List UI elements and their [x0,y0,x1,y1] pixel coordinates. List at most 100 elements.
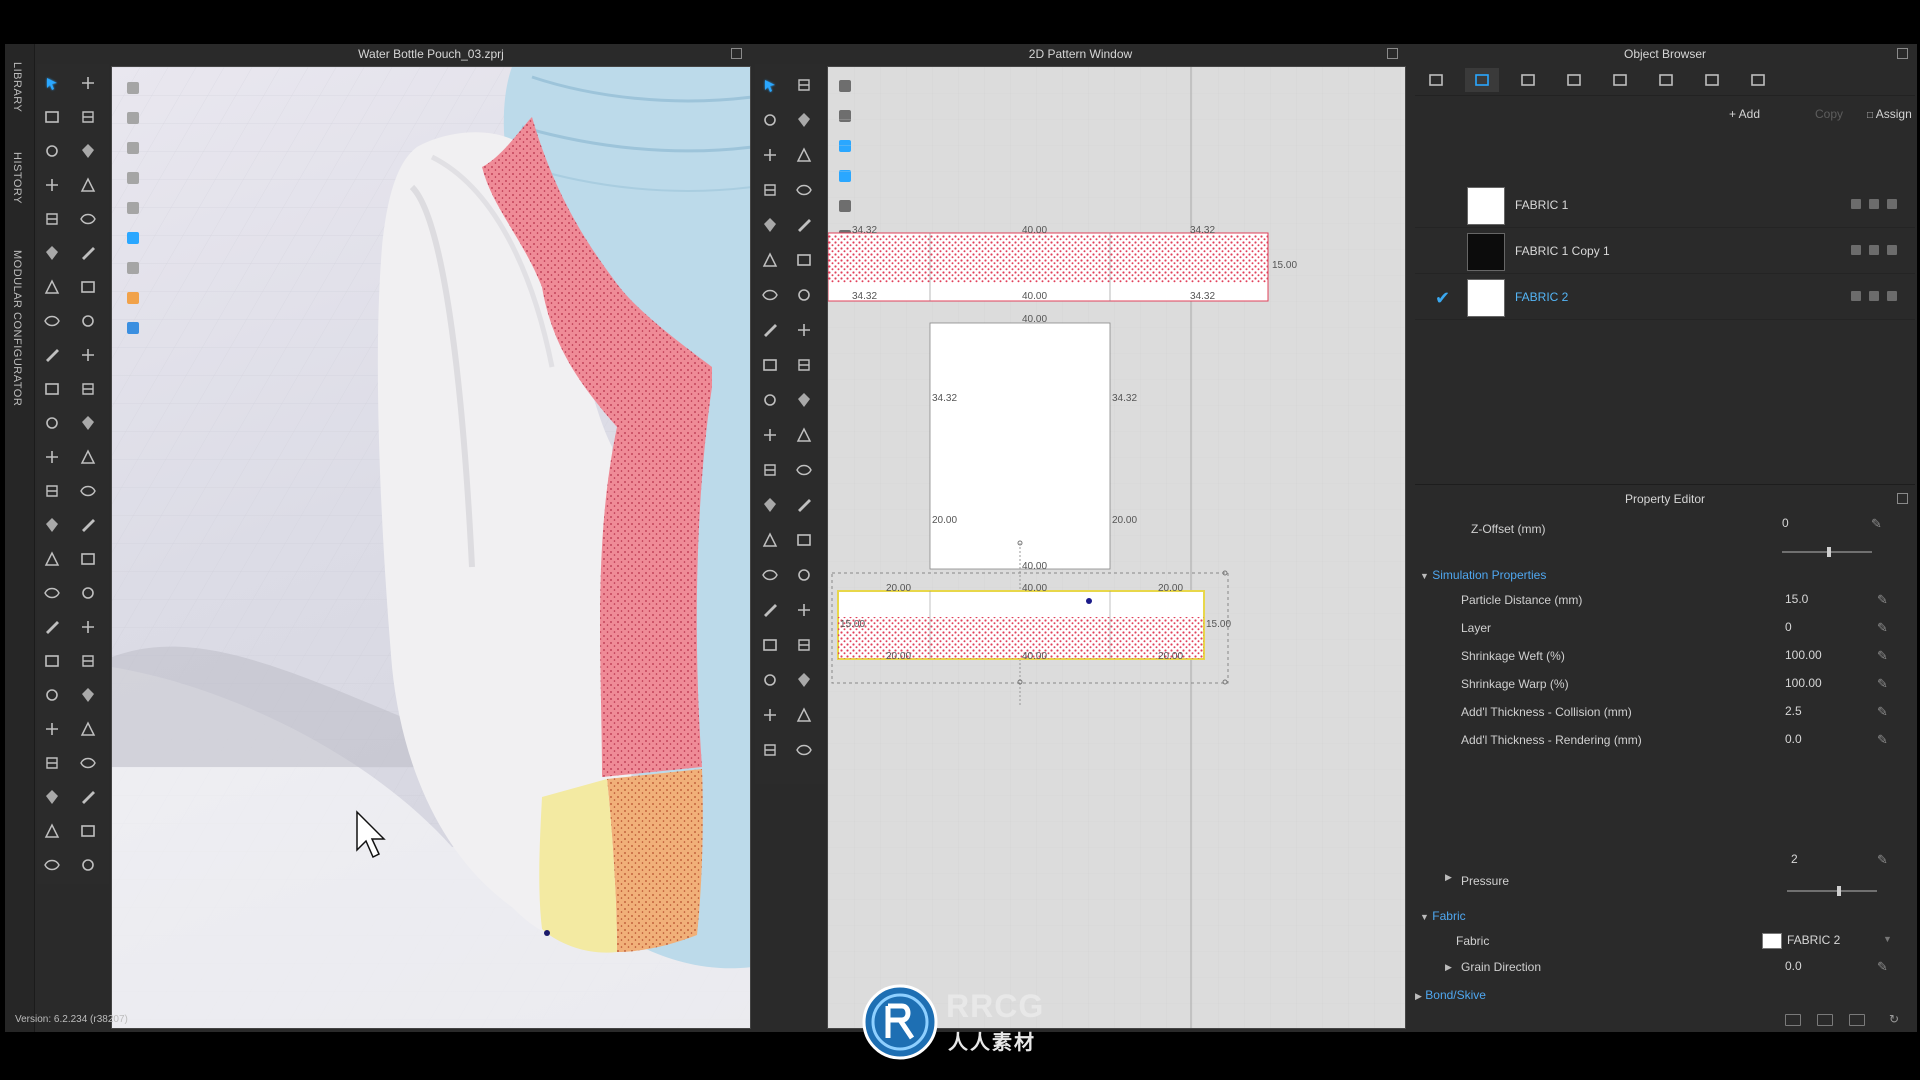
circle-tool-icon[interactable] [791,282,817,308]
fabric-section-toggle[interactable]: ▼ Fabric [1420,909,1466,923]
segment-tool-icon[interactable] [75,648,101,674]
select-tool-icon[interactable] [75,512,101,538]
property-value[interactable]: 0.0 [1785,732,1802,746]
tape-icon[interactable] [1741,68,1775,92]
select-tool-icon[interactable] [791,212,817,238]
add-point-icon[interactable] [39,444,65,470]
garment-icon[interactable] [120,105,146,131]
pin-icon[interactable]: ✎ [1871,516,1882,532]
assign-button[interactable]: □ Assign [1863,104,1912,124]
transform-tool-icon[interactable] [757,352,783,378]
fabric-icon[interactable] [1465,68,1499,92]
fabric-delete-icon[interactable] [1887,291,1897,301]
grain-direction-value[interactable]: 0.0 [1785,959,1802,973]
circle-tool-icon[interactable] [39,138,65,164]
circle-tool-icon[interactable] [757,387,783,413]
transform-tool-icon[interactable] [757,632,783,658]
transform-tool-icon[interactable] [791,527,817,553]
transform-tool-icon[interactable] [39,648,65,674]
tab-library[interactable]: LIBRARY [11,62,23,112]
add-point-icon[interactable] [39,716,65,742]
segment-tool-icon[interactable] [757,177,783,203]
pin-tool-icon[interactable] [39,240,65,266]
circle-tool-icon[interactable] [757,107,783,133]
property-value[interactable]: 100.00 [1785,676,1822,690]
fabric-list-item[interactable]: FABRIC 1 Copy 1 [1415,228,1915,274]
3d-view-icon[interactable] [1817,1014,1833,1026]
view-tool-icon[interactable] [39,580,65,606]
topstitch-icon[interactable] [1557,68,1591,92]
undock-icon[interactable] [731,48,742,59]
circle-tool-icon[interactable] [75,308,101,334]
tab-history[interactable]: HISTORY [11,152,23,204]
transform-tool-icon[interactable] [75,274,101,300]
segment-tool-icon[interactable] [791,632,817,658]
segment-tool-icon[interactable] [39,206,65,232]
view-tool-icon[interactable] [75,478,101,504]
zipper-icon[interactable] [1649,68,1683,92]
pin-tool-icon[interactable] [791,667,817,693]
transform-tool-icon[interactable] [39,104,65,130]
triangle-tool-icon[interactable] [39,546,65,572]
transform-tool-icon[interactable] [75,546,101,572]
property-value[interactable]: 100.00 [1785,648,1822,662]
z-offset-slider-thumb[interactable] [1827,547,1831,557]
triangle-tool-icon[interactable] [75,716,101,742]
segment-tool-icon[interactable] [75,104,101,130]
select-tool-icon[interactable] [39,614,65,640]
select-tool-icon[interactable] [757,597,783,623]
add-point-icon[interactable] [791,317,817,343]
triangle-tool-icon[interactable] [39,274,65,300]
viewport-3d[interactable] [111,66,751,1029]
pin-icon[interactable]: ✎ [1877,648,1888,664]
fabric-edit-icon[interactable] [1851,199,1861,209]
segment-tool-icon[interactable] [39,478,65,504]
pin-tool-icon[interactable] [75,682,101,708]
avatar-icon[interactable] [120,75,146,101]
transform-tool-icon[interactable] [39,376,65,402]
view-tool-icon[interactable] [39,852,65,878]
fabric-edit-icon[interactable] [1851,291,1861,301]
pressure-value[interactable]: 2 [1791,852,1798,866]
circle-tool-icon[interactable] [75,852,101,878]
add-point-icon[interactable] [39,172,65,198]
property-value[interactable]: 15.0 [1785,592,1808,606]
fabric-copy-icon[interactable] [1869,245,1879,255]
chevron-down-icon[interactable]: ▼ [1883,934,1892,944]
view-tool-icon[interactable] [791,737,817,763]
triangle-tool-icon[interactable] [39,818,65,844]
view-tool-icon[interactable] [791,177,817,203]
expand-right-icon[interactable]: ▶ [1445,872,1452,883]
circle-tool-icon[interactable] [791,562,817,588]
transform-tool-icon[interactable] [791,247,817,273]
fit-icon[interactable] [120,135,146,161]
circle-tool-icon[interactable] [39,410,65,436]
view-tool-icon[interactable] [791,457,817,483]
add-point-icon[interactable] [757,702,783,728]
triangle-tool-icon[interactable] [791,422,817,448]
pin-tool-icon[interactable] [757,212,783,238]
measure-icon[interactable] [120,165,146,191]
undock-ob-icon[interactable] [1897,48,1908,59]
list-icon[interactable] [1419,68,1453,92]
triangle-tool-icon[interactable] [757,527,783,553]
segment-tool-icon[interactable] [791,352,817,378]
transform-tool-icon[interactable] [757,72,783,98]
pin-icon[interactable]: ✎ [1877,852,1888,868]
add-button[interactable]: + Add [1725,104,1760,124]
triangle-tool-icon[interactable] [757,247,783,273]
pin-tool-icon[interactable] [791,387,817,413]
property-value[interactable]: 2.5 [1785,704,1802,718]
view-tool-icon[interactable] [757,282,783,308]
triangle-tool-icon[interactable] [75,444,101,470]
pin-icon[interactable]: ✎ [1877,620,1888,636]
segment-tool-icon[interactable] [757,457,783,483]
pin-tool-icon[interactable] [791,107,817,133]
2d-view-icon[interactable] [1849,1014,1865,1026]
triangle-tool-icon[interactable] [791,702,817,728]
pin-tool-icon[interactable] [39,512,65,538]
fabric-delete-icon[interactable] [1887,245,1897,255]
circle-tool-icon[interactable] [75,580,101,606]
viewport-2d[interactable]: 34.32 40.00 34.32 34.32 40.00 34.32 15.0… [827,66,1406,1029]
add-point-icon[interactable] [75,70,101,96]
